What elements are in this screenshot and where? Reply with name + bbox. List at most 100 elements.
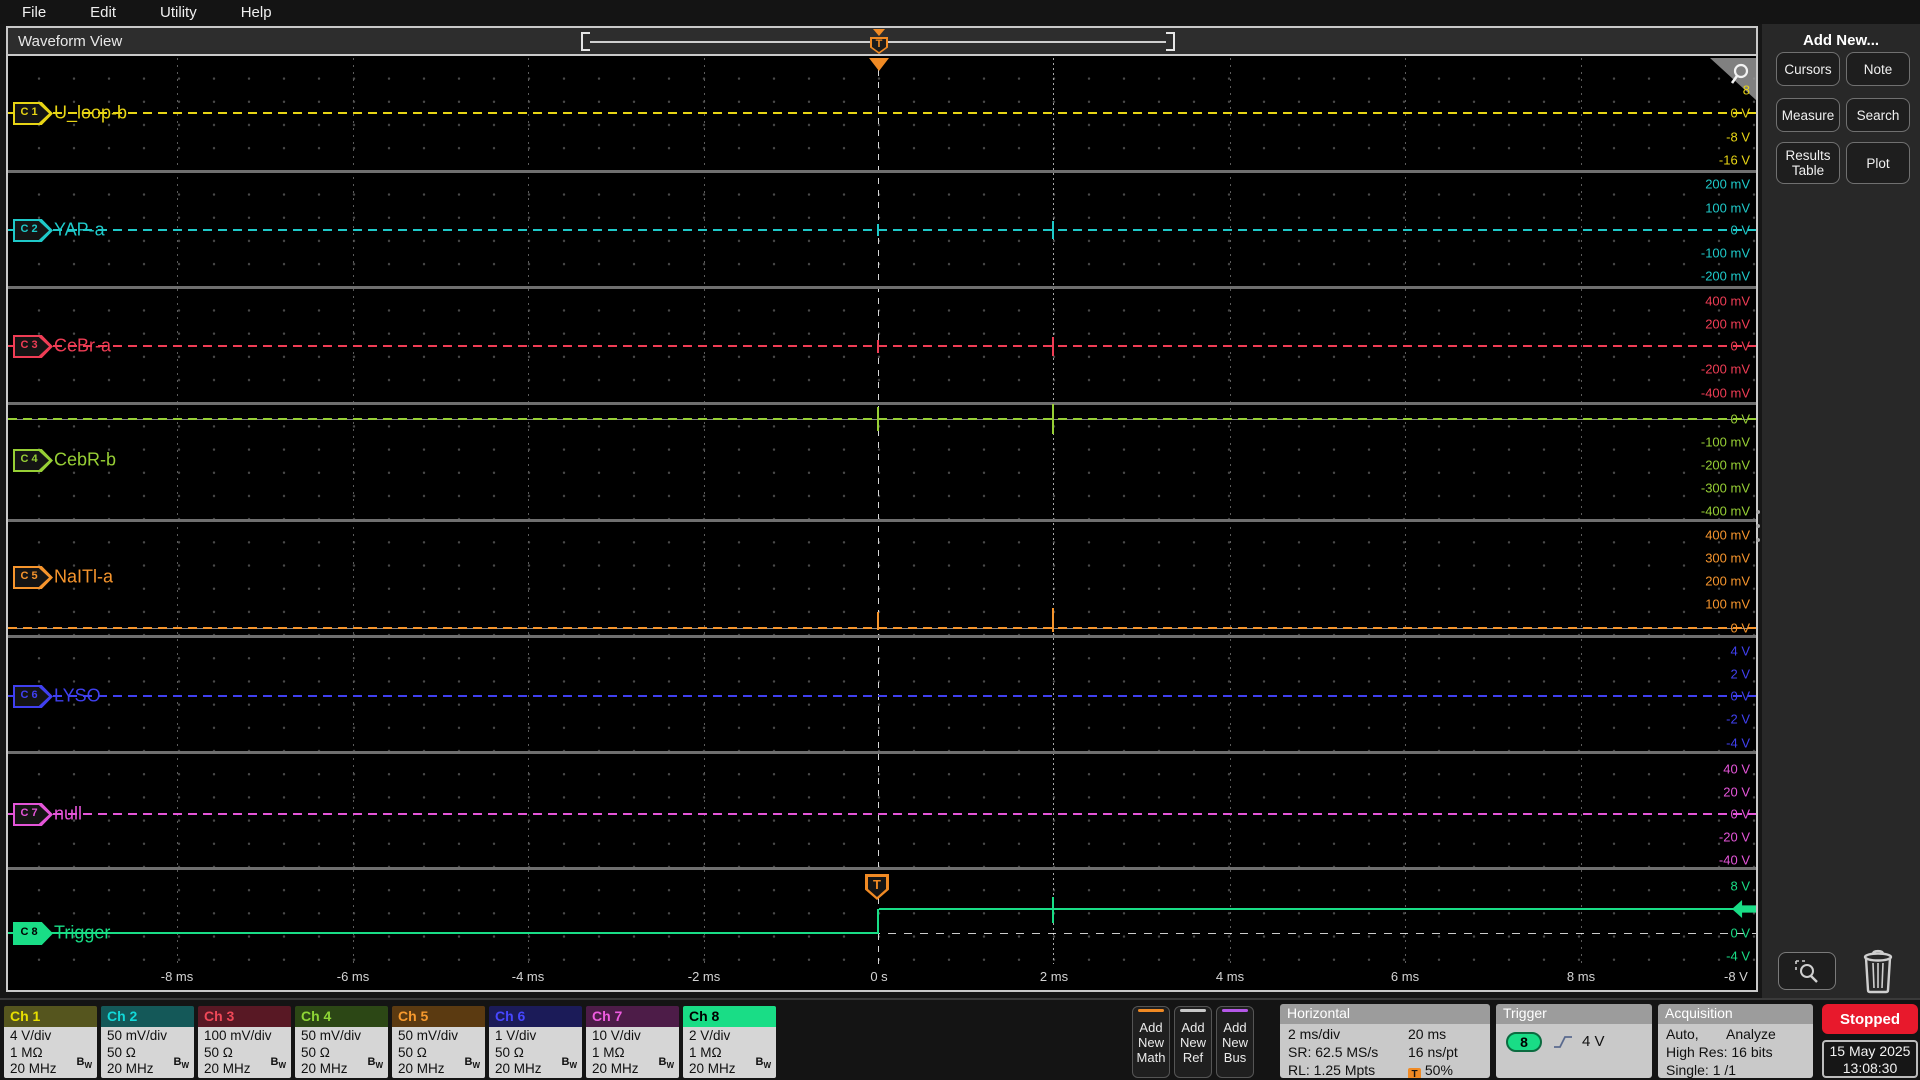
plot-button[interactable]: Plot: [1846, 142, 1910, 184]
acquisition-analyze: Analyze: [1726, 1026, 1776, 1042]
cursors-button[interactable]: Cursors: [1776, 52, 1840, 86]
tag-label: C 8: [20, 926, 38, 938]
trigger-position-triangle-icon[interactable]: [869, 58, 889, 71]
bandwidth-limit-icon: BW: [464, 1056, 480, 1071]
add-new-ref-button[interactable]: Add New Ref: [1174, 1006, 1212, 1078]
search-button[interactable]: Search: [1846, 98, 1910, 132]
channel-badge-ch4[interactable]: Ch 4 50 mV/div 50 Ω 20 MHz BW: [295, 1006, 388, 1078]
vdiv-value: 50 mV/div: [107, 1028, 168, 1043]
note-button[interactable]: Note: [1846, 52, 1910, 86]
channel-tag-c4[interactable]: C 4: [13, 449, 53, 472]
overview-bracket-right[interactable]: [1166, 32, 1175, 51]
time-tick: 0 s: [870, 969, 888, 984]
channel-name-c8[interactable]: Trigger: [54, 923, 110, 944]
oscilloscope-app: File Edit Utility Help Waveform View T T…: [0, 0, 1920, 1080]
channel-badge-ch8-selected[interactable]: Ch 8 2 V/div 1 MΩ 20 MHz BW: [683, 1006, 776, 1078]
trace-ch6[interactable]: [8, 695, 1756, 697]
trace-ch8-high-segment[interactable]: [879, 908, 1756, 910]
trigger-level-arrow-icon[interactable]: [1732, 900, 1756, 918]
overview-bracket-left[interactable]: [581, 32, 590, 51]
trace-ch7[interactable]: [8, 813, 1756, 815]
zoom-select-button[interactable]: [1778, 952, 1836, 990]
channel-name-c2[interactable]: YAP-a: [54, 220, 105, 241]
acquisition-title: Acquisition: [1658, 1004, 1813, 1024]
trace-ch3[interactable]: [8, 345, 1756, 347]
tag-label: C 3: [20, 339, 38, 351]
channel-name-c5[interactable]: NaITl-a: [54, 567, 113, 588]
settings-bar: Ch 1 4 V/div 1 MΩ 20 MHz BW Ch 2 50 mV/d…: [0, 998, 1920, 1080]
channel-badge-ch7[interactable]: Ch 7 10 V/div 1 MΩ 20 MHz BW: [586, 1006, 679, 1078]
add-new-bus-button[interactable]: Add New Bus: [1216, 1006, 1254, 1078]
trace-ch5[interactable]: [8, 627, 1756, 629]
time-tick: -8 ms: [160, 969, 194, 984]
grid-line-vertical: [704, 58, 705, 964]
trace-ch8-low-segment[interactable]: [8, 932, 879, 934]
channel-tag-c3[interactable]: C 3: [13, 335, 53, 358]
channel-tag-c5[interactable]: C 5: [13, 566, 53, 589]
menu-edit[interactable]: Edit: [90, 4, 116, 21]
trigger-panel[interactable]: Trigger 8 4 V: [1496, 1004, 1652, 1078]
scale-label: 0 V: [1730, 338, 1750, 354]
channel-tag-c7[interactable]: C 7: [13, 803, 53, 826]
results-table-button[interactable]: Results Table: [1776, 142, 1840, 184]
scale-label: 0 V: [1730, 105, 1750, 121]
scale-label: 8 V: [1730, 878, 1750, 894]
channel-tag-c8[interactable]: C 8: [13, 922, 53, 945]
trigger-body: 8 4 V: [1496, 1024, 1652, 1078]
add-new-math-label: Add New Math: [1136, 1019, 1166, 1065]
channel-tag-c1[interactable]: C 1: [13, 102, 53, 125]
scale-label: -16 V: [1718, 152, 1750, 168]
run-state-button[interactable]: Stopped: [1822, 1004, 1918, 1034]
add-new-math-button[interactable]: Add New Math: [1132, 1006, 1170, 1078]
scale-label: -300 mV: [1700, 480, 1750, 496]
bandwidth-limit-icon: BW: [367, 1056, 383, 1071]
channel-name-c6[interactable]: LYSO: [54, 686, 101, 707]
graticule[interactable]: T C 1 C 2 C 3 C 4 C 5 C 6 C 7 C 8 U_loop…: [8, 58, 1756, 964]
menu-file[interactable]: File: [22, 4, 46, 21]
tag-label: C 6: [20, 689, 38, 701]
channel-name-c1[interactable]: U_loop-b: [54, 103, 127, 124]
channel-name-c4[interactable]: CebR-b: [54, 450, 116, 471]
trace-ch1[interactable]: [8, 112, 1756, 114]
spike-ch8: [1052, 897, 1054, 923]
scale-label: -400 mV: [1700, 503, 1750, 519]
channel-tag-c2[interactable]: C 2: [13, 219, 53, 242]
vdiv-value: 50 mV/div: [301, 1028, 362, 1043]
vdiv-value: 100 mV/div: [204, 1028, 272, 1043]
trigger-point-badge[interactable]: T: [865, 874, 889, 900]
scale-label: -40 V: [1718, 852, 1750, 868]
channel-badge-ch1[interactable]: Ch 1 4 V/div 1 MΩ 20 MHz BW: [4, 1006, 97, 1078]
scale-label: -400 mV: [1700, 385, 1750, 401]
trash-icon[interactable]: [1860, 948, 1896, 994]
channel-name-c7[interactable]: null: [54, 804, 82, 825]
panel-drag-handle[interactable]: [1755, 500, 1761, 552]
menu-help[interactable]: Help: [241, 4, 272, 21]
scale-label: 400 mV: [1705, 527, 1750, 543]
measure-button[interactable]: Measure: [1776, 98, 1840, 132]
scale-label: 0 V: [1730, 222, 1750, 238]
acquisition-panel[interactable]: Acquisition Auto, Analyze High Res: 16 b…: [1658, 1004, 1813, 1078]
channel-badge-ch3[interactable]: Ch 3 100 mV/div 50 Ω 20 MHz BW: [198, 1006, 291, 1078]
channel-badge-ch6[interactable]: Ch 6 1 V/div 50 Ω 20 MHz BW: [489, 1006, 582, 1078]
channel-badge-ch2[interactable]: Ch 2 50 mV/div 50 Ω 20 MHz BW: [101, 1006, 194, 1078]
channel-name-c3[interactable]: CeBr-a: [54, 336, 111, 357]
scale-label: 0 V: [1730, 688, 1750, 704]
tag-label: C 5: [20, 570, 38, 582]
grid-line-vertical: [353, 58, 354, 964]
scale-label: 4 V: [1730, 643, 1750, 659]
menu-utility[interactable]: Utility: [160, 4, 197, 21]
badge-body: 1 V/div 50 Ω 20 MHz BW: [489, 1027, 582, 1078]
horizontal-panel[interactable]: Horizontal 2 ms/div SR: 62.5 MS/s RL: 1.…: [1280, 1004, 1490, 1078]
trace-ch2[interactable]: [8, 229, 1756, 231]
channel-badge-ch5[interactable]: Ch 5 50 mV/div 50 Ω 20 MHz BW: [392, 1006, 485, 1078]
trace-ch4[interactable]: [8, 418, 1756, 420]
scale-label: -200 mV: [1700, 361, 1750, 377]
trigger-position-row: T 50%: [1408, 1062, 1453, 1078]
ref-accent: [1180, 1009, 1206, 1012]
grid-line-vertical: [1230, 58, 1231, 964]
grid-line-vertical: [1405, 58, 1406, 964]
slice-separator: [8, 635, 1756, 638]
trigger-position-arrow-small-icon[interactable]: [873, 29, 885, 36]
badge-header: Ch 3: [198, 1006, 291, 1027]
channel-tag-c6[interactable]: C 6: [13, 685, 53, 708]
